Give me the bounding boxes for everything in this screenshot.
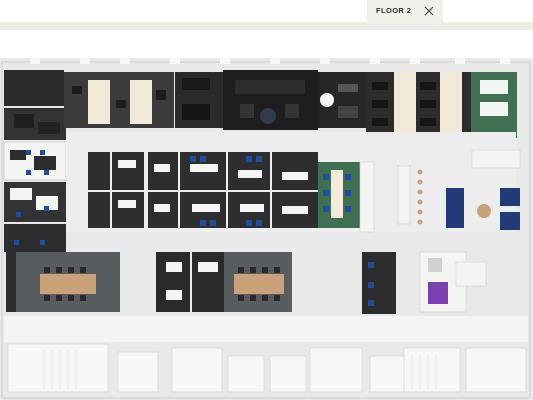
- lounge-chair-bottom: [500, 212, 520, 230]
- kitchen-island: [397, 165, 411, 225]
- right-desk-strip-1: [394, 72, 416, 138]
- green-room-table: [331, 170, 343, 218]
- lounge-coffee-table: [477, 204, 491, 218]
- floor-tab[interactable]: FLOOR 2: [367, 0, 443, 24]
- lower-office-1: [156, 252, 190, 312]
- right-desk-strip-2: [440, 72, 462, 138]
- floor-tab-label: FLOOR 2: [376, 6, 412, 15]
- kitchen-top-counter: [471, 149, 521, 169]
- viewer-header: [0, 0, 533, 22]
- purple-panel: [428, 282, 448, 304]
- desk-table-2: [130, 80, 152, 124]
- close-icon[interactable]: [421, 3, 437, 19]
- lounge-chair-top: [500, 188, 520, 206]
- left-private-offices: [3, 70, 67, 252]
- header-divider: [0, 22, 533, 30]
- conference-table-mid: [234, 274, 284, 294]
- lower-office-2: [192, 252, 224, 312]
- phone-booths: [362, 252, 396, 314]
- conference-table-left: [40, 274, 96, 294]
- bottom-corridor: [4, 316, 528, 342]
- kitchen-counter-left: [359, 161, 375, 233]
- lounge-sofa-left: [446, 188, 464, 228]
- desk-table-1: [88, 80, 110, 124]
- floor-plan-3d-render[interactable]: [0, 30, 533, 400]
